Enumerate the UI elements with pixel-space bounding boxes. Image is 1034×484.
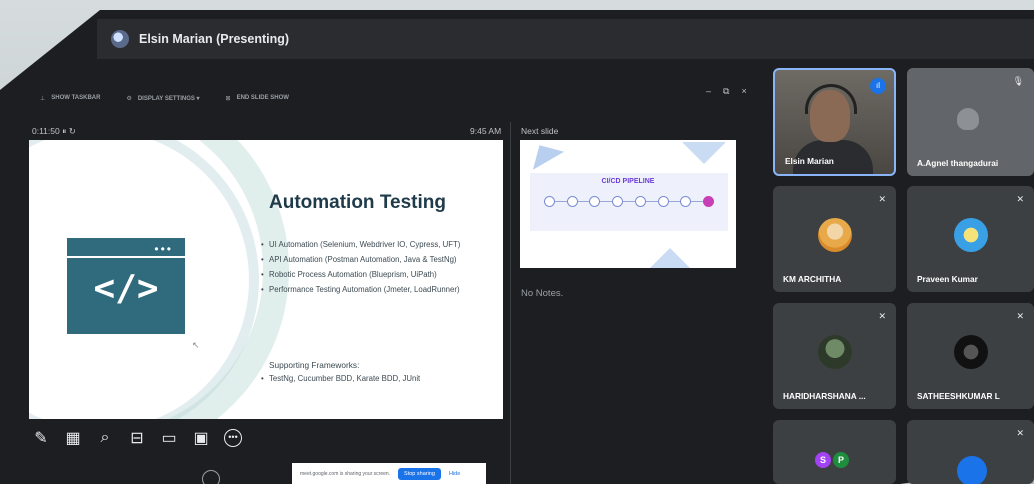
participant-name: HARIDHARSHANA ... <box>783 391 866 401</box>
pipeline-step-icon <box>589 196 601 207</box>
window-controls: – ⧉ × <box>706 86 747 97</box>
display-settings-button[interactable]: ⚙ DISPLAY SETTINGS ▾ <box>126 95 199 102</box>
participant-tile[interactable]: ıl Elsin Marian <box>773 68 896 176</box>
mic-muted-icon: ✕ <box>1016 428 1024 438</box>
slide-bullet: Robotic Process Automation (Blueprism, U… <box>261 270 481 280</box>
speaker-notes: No Notes. <box>521 288 564 299</box>
participant-name: A.Agnel thangadurai <box>917 158 999 168</box>
pane-divider <box>510 122 511 484</box>
more-options-icon[interactable]: ••• <box>224 429 242 447</box>
pipeline-step-icon <box>702 196 714 207</box>
frameworks-list: TestNg, Cucumber BDD, Karate BDD, JUnit <box>261 374 420 383</box>
end-slide-show-button[interactable]: ⊠ END SLIDE SHOW <box>226 95 289 102</box>
framework-item: TestNg, Cucumber BDD, Karate BDD, JUnit <box>261 374 420 383</box>
code-symbol: </> <box>93 268 159 309</box>
mic-muted-icon: ✕ <box>1016 194 1024 204</box>
slide-timer[interactable]: 0:11:50 ⏸ ↻ <box>32 126 76 137</box>
presenter-toolbar: ⊥ SHOW TASKBAR ⚙ DISPLAY SETTINGS ▾ ⊠ EN… <box>40 90 289 106</box>
participant-tile[interactable]: ✕ SATHEESHKUMAR L <box>907 303 1034 409</box>
display-settings-label: DISPLAY SETTINGS ▾ <box>137 95 200 102</box>
slide-bullet: UI Automation (Selenium, Webdriver IO, C… <box>261 240 481 250</box>
participant-tile[interactable]: ✕ <box>907 420 1034 484</box>
pipeline-steps <box>544 196 714 207</box>
code-window-icon: ••• </> <box>67 238 185 334</box>
pipeline-step-icon <box>612 196 624 207</box>
close-button[interactable]: × <box>741 86 746 97</box>
participant-avatar <box>957 108 979 130</box>
slide-title: Automation Testing <box>269 192 446 213</box>
pipeline-step-icon <box>634 196 646 207</box>
participant-avatar <box>817 334 852 369</box>
pipeline-step-icon <box>544 196 555 207</box>
camera-icon[interactable]: ▣ <box>192 428 210 448</box>
pipeline-step-icon <box>566 196 578 207</box>
show-taskbar-button[interactable]: ⊥ SHOW TASKBAR <box>40 95 100 102</box>
participant-tile[interactable]: ✕ KM ARCHITHA <box>773 186 896 292</box>
speaking-indicator-icon: ıl <box>870 78 886 94</box>
minimize-button[interactable]: – <box>706 86 711 97</box>
decorative-triangle <box>650 248 690 268</box>
subtitles-icon[interactable]: ▭ <box>160 428 178 448</box>
participant-name: Praveen Kumar <box>917 274 978 284</box>
presenter-bar: Elsin Marian (Presenting) <box>97 19 1034 59</box>
share-banner-text: meet.google.com is sharing your screen. <box>300 470 391 477</box>
participant-tile[interactable]: ✕ HARIDHARSHANA ... <box>773 303 896 409</box>
participant-name: SATHEESHKUMAR L <box>917 391 1000 401</box>
pipeline-step-icon <box>680 196 692 207</box>
slide-nav-button[interactable] <box>202 470 220 484</box>
mic-muted-icon: ✕ <box>878 311 886 321</box>
clock: 9:45 AM <box>470 126 502 136</box>
hide-banner-link[interactable]: Hide <box>449 471 460 477</box>
participant-tile[interactable]: ✕ Praveen Kumar <box>907 186 1034 292</box>
grid-view-icon[interactable]: ▦ <box>64 428 82 448</box>
initial-badge: P <box>833 452 849 468</box>
frameworks-heading: Supporting Frameworks: <box>269 360 360 370</box>
participant-name: Elsin Marian <box>785 156 834 166</box>
participant-avatar <box>817 217 852 252</box>
participant-avatar <box>953 334 988 369</box>
end-slide-show-label: END SLIDE SHOW <box>236 95 289 101</box>
show-taskbar-label: SHOW TASKBAR <box>51 95 101 101</box>
initial-badge: S <box>815 452 831 468</box>
decorative-triangle <box>682 142 726 164</box>
next-slide-thumbnail[interactable]: CI/CD PIPELINE <box>520 140 736 268</box>
dots-icon: ••• <box>154 242 173 256</box>
participant-tile[interactable]: 🎙 A.Agnel thangadurai <box>907 68 1034 176</box>
participant-avatar <box>957 456 987 484</box>
slide-tools: ✎ ▦ ⌕ ⊟ ▭ ▣ ••• <box>32 428 242 448</box>
screen-icon[interactable]: ⊟ <box>128 428 146 448</box>
slide-bullets: UI Automation (Selenium, Webdriver IO, C… <box>261 240 481 301</box>
headphones-icon <box>805 84 857 114</box>
restore-button[interactable]: ⧉ <box>723 86 729 97</box>
current-slide[interactable]: ••• </> Automation Testing UI Automation… <box>29 140 503 419</box>
participant-initials: S P <box>815 452 849 468</box>
decorative-triangle <box>523 140 565 170</box>
participant-name: KM ARCHITHA <box>783 274 842 284</box>
mic-muted-icon: 🎙 <box>1012 76 1024 86</box>
magnify-icon[interactable]: ⌕ <box>96 429 114 447</box>
next-slide-label: Next slide <box>521 126 559 136</box>
pipeline-step-icon <box>657 196 669 207</box>
slide-bullet: Performance Testing Automation (Jmeter, … <box>261 285 481 295</box>
mic-muted-icon: ✕ <box>1016 311 1024 321</box>
presenter-avatar <box>111 30 129 48</box>
presenter-name: Elsin Marian (Presenting) <box>139 32 290 46</box>
stop-sharing-button[interactable]: Stop sharing <box>398 467 441 480</box>
participant-tile[interactable]: S P <box>773 420 896 484</box>
mic-muted-icon: ✕ <box>878 194 886 204</box>
next-slide-title: CI/CD PIPELINE <box>601 178 655 185</box>
pen-icon[interactable]: ✎ <box>32 428 50 448</box>
mouse-cursor-icon: ↖ <box>192 340 200 350</box>
slide-bullet: API Automation (Postman Automation, Java… <box>261 255 481 265</box>
participant-avatar <box>953 217 988 252</box>
screen-share-banner: meet.google.com is sharing your screen. … <box>292 463 486 484</box>
